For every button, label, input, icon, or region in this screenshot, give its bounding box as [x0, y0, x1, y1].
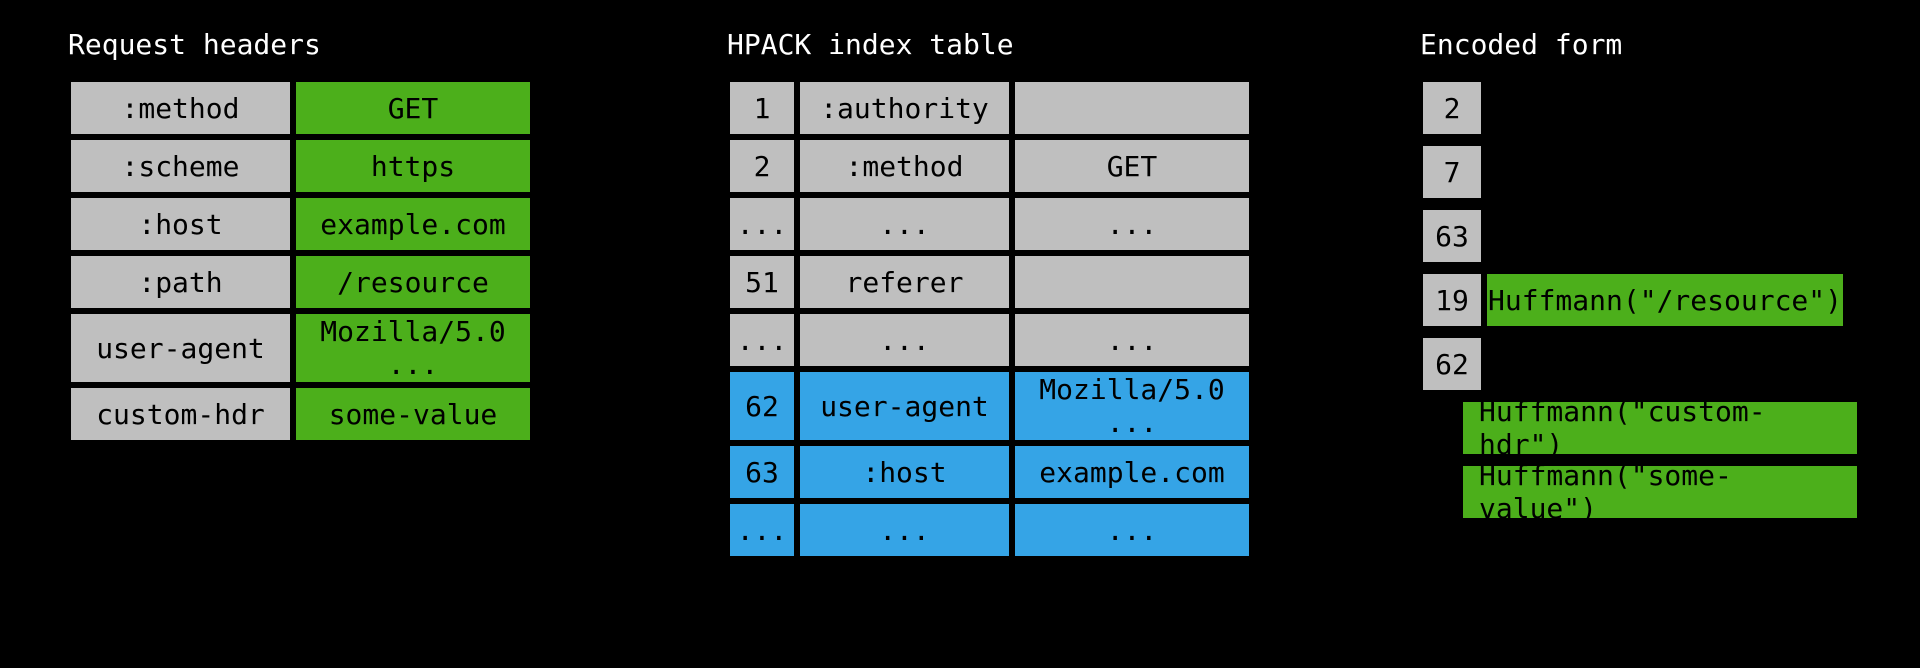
index-name: ...	[797, 311, 1012, 369]
table-row: .........	[727, 311, 1252, 369]
encoded-form-title: Encoded form	[1420, 28, 1860, 61]
header-name: :scheme	[68, 137, 293, 195]
request-headers-title: Request headers	[68, 28, 533, 61]
header-value: /resource	[293, 253, 533, 311]
encoded-row: 19 Huffmann("/resource")	[1420, 271, 1860, 329]
table-row: 2:methodGET	[727, 137, 1252, 195]
encoded-row: Huffmann("some-value")	[1420, 463, 1860, 521]
index-number: 2	[727, 137, 797, 195]
index-number: 63	[727, 443, 797, 501]
index-name: ...	[797, 501, 1012, 559]
table-row: 51referer	[727, 253, 1252, 311]
header-name: :path	[68, 253, 293, 311]
table-row: .........	[727, 195, 1252, 253]
index-value	[1012, 253, 1252, 311]
index-value: GET	[1012, 137, 1252, 195]
table-row: :methodGET	[68, 79, 533, 137]
encoded-index: 7	[1420, 143, 1484, 201]
encoded-huffman: Huffmann("/resource")	[1484, 271, 1846, 329]
encoded-row: 2	[1420, 79, 1860, 137]
hpack-index-title: HPACK index table	[727, 28, 1252, 61]
header-value: https	[293, 137, 533, 195]
index-number: ...	[727, 501, 797, 559]
table-row: custom-hdrsome-value	[68, 385, 533, 443]
header-value: some-value	[293, 385, 533, 443]
index-name: :host	[797, 443, 1012, 501]
header-name: :method	[68, 79, 293, 137]
table-row: user-agentMozilla/5.0 ...	[68, 311, 533, 385]
encoded-index: 19	[1420, 271, 1484, 329]
table-row: :hostexample.com	[68, 195, 533, 253]
encoded-row: Huffmann("custom-hdr")	[1420, 399, 1860, 457]
encoded-index: 63	[1420, 207, 1484, 265]
header-value: GET	[293, 79, 533, 137]
index-name: ...	[797, 195, 1012, 253]
encoded-huffman: Huffmann("custom-hdr")	[1460, 399, 1860, 457]
index-value: ...	[1012, 311, 1252, 369]
table-row: .........	[727, 501, 1252, 559]
encoded-form-panel: Encoded form 2 7 63 19 Huffmann("/resour…	[1420, 28, 1860, 527]
encoded-row: 7	[1420, 143, 1860, 201]
index-name: :authority	[797, 79, 1012, 137]
index-number: ...	[727, 311, 797, 369]
header-value: example.com	[293, 195, 533, 253]
encoded-index: 62	[1420, 335, 1484, 393]
request-headers-table: :methodGET :schemehttps :hostexample.com…	[68, 79, 533, 443]
header-name: user-agent	[68, 311, 293, 385]
index-number: 62	[727, 369, 797, 443]
table-row: 62user-agentMozilla/5.0 ...	[727, 369, 1252, 443]
header-name: custom-hdr	[68, 385, 293, 443]
hpack-index-table: 1:authority 2:methodGET ......... 51refe…	[727, 79, 1252, 559]
header-value: Mozilla/5.0 ...	[293, 311, 533, 385]
table-row: 1:authority	[727, 79, 1252, 137]
index-name: user-agent	[797, 369, 1012, 443]
index-number: 51	[727, 253, 797, 311]
encoded-row: 62	[1420, 335, 1860, 393]
hpack-index-panel: HPACK index table 1:authority 2:methodGE…	[727, 28, 1252, 559]
index-name: :method	[797, 137, 1012, 195]
table-row: 63:hostexample.com	[727, 443, 1252, 501]
index-number: 1	[727, 79, 797, 137]
encoded-huffman: Huffmann("some-value")	[1460, 463, 1860, 521]
table-row: :path/resource	[68, 253, 533, 311]
index-value: example.com	[1012, 443, 1252, 501]
index-value	[1012, 79, 1252, 137]
index-value: ...	[1012, 501, 1252, 559]
request-headers-panel: Request headers :methodGET :schemehttps …	[68, 28, 533, 443]
index-name: referer	[797, 253, 1012, 311]
table-row: :schemehttps	[68, 137, 533, 195]
encoded-index: 2	[1420, 79, 1484, 137]
encoded-row: 63	[1420, 207, 1860, 265]
index-number: ...	[727, 195, 797, 253]
index-value: ...	[1012, 195, 1252, 253]
index-value: Mozilla/5.0 ...	[1012, 369, 1252, 443]
header-name: :host	[68, 195, 293, 253]
